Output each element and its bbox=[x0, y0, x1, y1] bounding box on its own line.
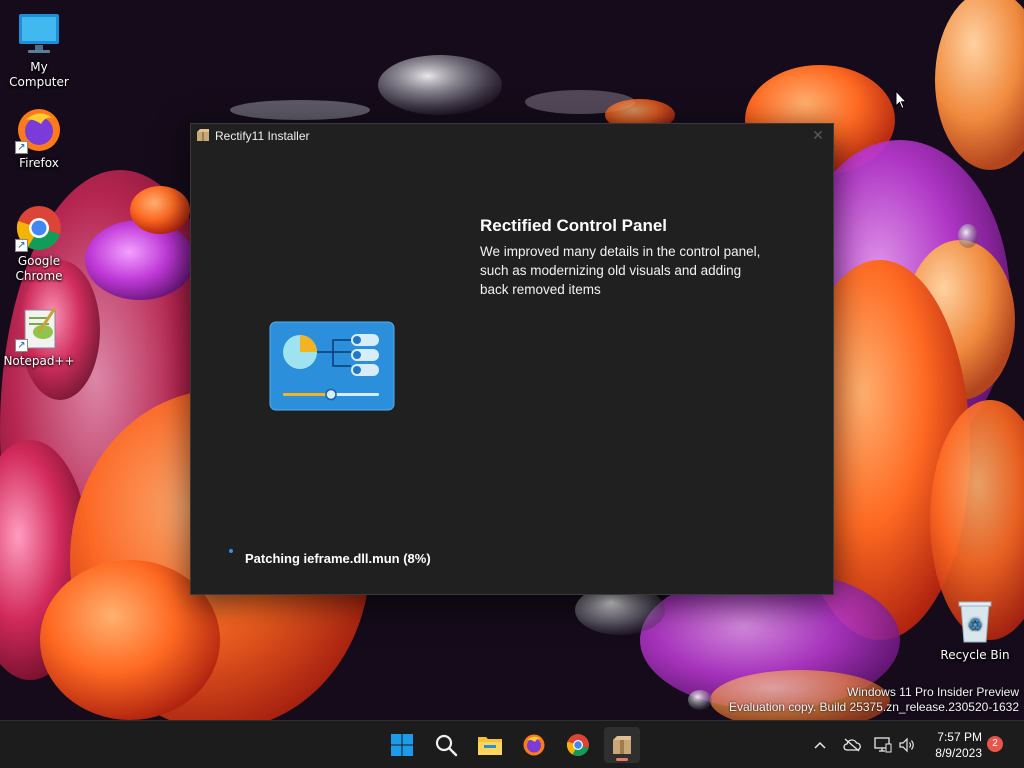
notification-badge[interactable]: 2 bbox=[987, 736, 1003, 752]
firefox-icon: ↗ bbox=[15, 106, 63, 154]
chevron-up-icon bbox=[814, 741, 826, 749]
chrome-icon bbox=[566, 734, 589, 756]
network-icon bbox=[874, 737, 892, 753]
firefox-icon bbox=[523, 734, 545, 756]
rectify11-installer-icon bbox=[613, 736, 631, 754]
clock-date: 8/9/2023 bbox=[935, 746, 982, 760]
evaluation-watermark: Windows 11 Pro Insider Preview Evaluatio… bbox=[729, 685, 1019, 715]
onedrive-offline-icon bbox=[843, 738, 861, 752]
desktop-icon-label: Notepad++ bbox=[3, 354, 75, 368]
control-panel-icon bbox=[269, 321, 395, 411]
window-title: Rectify11 Installer bbox=[215, 129, 310, 143]
shortcut-arrow-icon: ↗ bbox=[15, 339, 28, 352]
taskbar: 7:57 PM 8/9/2023 bbox=[0, 720, 1024, 768]
status-text: Patching ieframe.dll.mun (8%) bbox=[245, 551, 431, 566]
computer-icon bbox=[15, 10, 63, 58]
recycle-bin-icon: ♻ bbox=[951, 598, 999, 646]
notepad-plus-plus-icon: ↗ bbox=[15, 304, 63, 352]
search-icon bbox=[435, 734, 458, 757]
watermark-line-2: Evaluation copy. Build 25375.zn_release.… bbox=[729, 700, 1019, 714]
volume-icon bbox=[899, 737, 914, 753]
chrome-icon: ↗ bbox=[15, 204, 63, 252]
desktop-icon-my-computer[interactable]: My Computer bbox=[0, 10, 78, 90]
desktop-icon-firefox[interactable]: ↗ Firefox bbox=[0, 106, 78, 171]
installer-window[interactable]: Rectify11 Installer ✕ Rectified Control … bbox=[190, 123, 834, 595]
shortcut-arrow-icon: ↗ bbox=[15, 141, 28, 154]
feature-description: We improved many details in the control … bbox=[480, 244, 761, 297]
file-explorer-icon bbox=[478, 737, 502, 755]
clock-time: 7:57 PM bbox=[937, 730, 982, 744]
shortcut-arrow-icon: ↗ bbox=[15, 239, 28, 252]
start-button[interactable] bbox=[384, 727, 420, 763]
show-hidden-icons-button[interactable] bbox=[810, 721, 830, 768]
feature-title: Rectified Control Panel bbox=[480, 216, 668, 235]
progress-spinner bbox=[229, 549, 233, 553]
desktop-icon-recycle-bin[interactable]: ♻ Recycle Bin bbox=[936, 598, 1014, 663]
desktop-icon-label: Google Chrome bbox=[15, 254, 63, 283]
network-button[interactable] bbox=[872, 721, 894, 768]
watermark-line-1: Windows 11 Pro Insider Preview bbox=[847, 685, 1019, 699]
desktop-icon-label: Recycle Bin bbox=[940, 648, 1010, 662]
mouse-cursor-icon bbox=[895, 90, 907, 110]
start-icon bbox=[391, 734, 413, 756]
installer-box-icon bbox=[197, 129, 209, 141]
clock-button[interactable]: 7:57 PM 8/9/2023 bbox=[924, 729, 982, 761]
desktop-icon-notepad-plus-plus[interactable]: ↗ Notepad++ bbox=[0, 304, 78, 369]
onedrive-status-button[interactable] bbox=[840, 721, 864, 768]
desktop-icon-google-chrome[interactable]: ↗ Google Chrome bbox=[0, 204, 78, 284]
chrome-taskbar-button[interactable] bbox=[560, 727, 596, 763]
file-explorer-button[interactable] bbox=[472, 727, 508, 763]
window-titlebar[interactable]: Rectify11 Installer ✕ bbox=[191, 124, 833, 148]
close-button[interactable]: ✕ bbox=[809, 127, 827, 145]
search-button[interactable] bbox=[428, 727, 464, 763]
desktop-icon-label: Firefox bbox=[19, 156, 59, 170]
running-indicator bbox=[616, 758, 628, 761]
firefox-taskbar-button[interactable] bbox=[516, 727, 552, 763]
svg-text:♻: ♻ bbox=[968, 615, 982, 634]
rectify11-installer-taskbar-button[interactable] bbox=[604, 727, 640, 763]
desktop-icon-label: My Computer bbox=[9, 60, 69, 89]
volume-button[interactable] bbox=[896, 721, 918, 768]
